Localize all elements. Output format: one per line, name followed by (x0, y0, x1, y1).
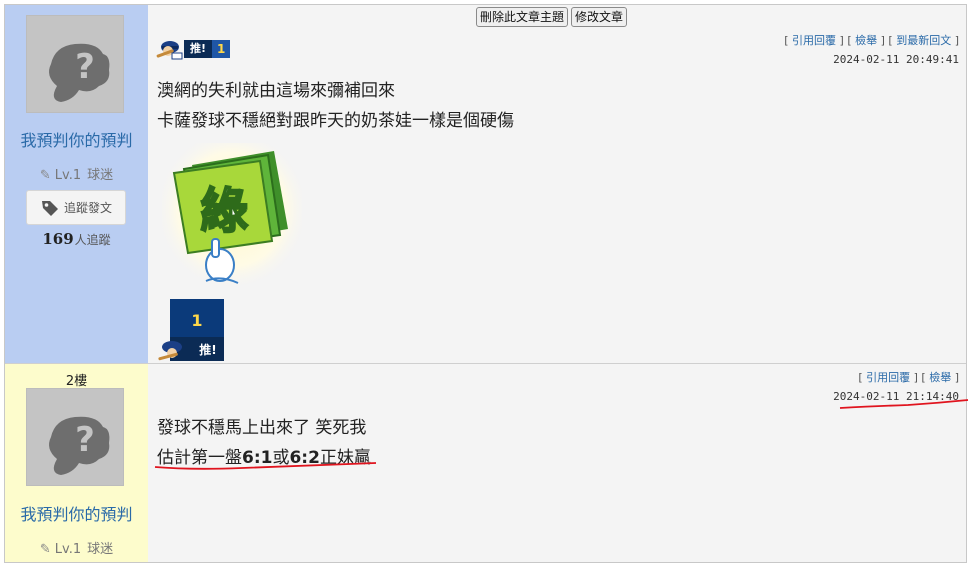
user-title: 球迷 (87, 542, 114, 557)
default-avatar-icon: ? (49, 416, 110, 475)
post-text-line: 估計第一盤6:1或6:2正妹贏 (157, 443, 371, 468)
post-timestamp: 2024-02-11 21:14:40 (833, 390, 959, 403)
username[interactable]: 我預判你的預判 (5, 127, 148, 151)
follower-suffix: 人追蹤 (74, 233, 111, 247)
push-badge-label: 推! (199, 342, 216, 357)
text-segment: 或 (272, 448, 290, 468)
svg-text:?: ? (75, 47, 95, 87)
post-text-line: 發球不穩馬上出來了 笑死我 (157, 418, 367, 438)
avatar[interactable]: ? (26, 15, 124, 113)
baseball-mascot-icon (156, 41, 183, 60)
post-timestamp: 2024-02-11 20:49:41 (833, 53, 959, 66)
pencil-icon: ✎ (39, 168, 51, 183)
username[interactable]: 我預判你的預判 (5, 501, 148, 525)
follower-number: 169 (42, 230, 74, 248)
post1-author-panel: ? 我預判你的預判 ✎ Lv.1 球迷 追蹤發文 169人追蹤 (5, 5, 148, 363)
text-segment: 正妹贏 (319, 448, 371, 468)
follow-posts-button[interactable]: 追蹤發文 (26, 190, 126, 225)
quote-reply-link[interactable]: 引用回覆 (866, 371, 910, 384)
push-badge-count: 1 (191, 311, 202, 330)
report-link[interactable]: 檢舉 (929, 371, 951, 384)
sticker-glyph: 綠 (200, 183, 248, 239)
default-avatar-icon: ? (49, 43, 110, 102)
push-badge-inline[interactable]: 推! 1 (154, 38, 231, 60)
post1-content-panel: 刪除此文章主題 修改文章 推! 1 [ 引用回覆 ] [ 檢舉 ] [ 到最新回… (148, 5, 966, 363)
score-text: 6:1 (242, 448, 273, 468)
post-text-line: 卡薩發球不穩絕對跟昨天的奶茶娃一樣是個硬傷 (157, 111, 514, 131)
post-action-links: [ 引用回覆 ] [ 檢舉 ] (858, 371, 959, 384)
floor-number: 2樓 (65, 374, 88, 389)
user-level: ✎ Lv.1 球迷 (5, 538, 148, 557)
post-text-line: 澳網的失利就由這場來彌補回來 (157, 81, 395, 101)
level-text: Lv.1 (54, 542, 82, 557)
svg-text:?: ? (75, 420, 95, 460)
delete-topic-button[interactable]: 刪除此文章主題 (476, 7, 569, 27)
edit-post-button[interactable]: 修改文章 (571, 7, 628, 27)
quote-reply-link[interactable]: 引用回覆 (792, 34, 836, 47)
level-text: Lv.1 (54, 168, 82, 183)
follow-button-label: 追蹤發文 (63, 201, 112, 215)
post-admin-buttons: 刪除此文章主題 修改文章 (476, 7, 628, 27)
push-badge-image[interactable]: 1 推! (156, 299, 226, 363)
latest-reply-link[interactable]: 到最新回文 (896, 34, 951, 47)
text-segment: 估計第一盤 (157, 448, 242, 468)
post2-content-panel: [ 引用回覆 ] [ 檢舉 ] 2024-02-11 21:14:40 發球不穩… (148, 364, 966, 562)
follower-count: 169人追蹤 (5, 230, 148, 248)
post-action-links: [ 引用回覆 ] [ 檢舉 ] [ 到最新回文 ] (784, 34, 959, 47)
pencil-icon: ✎ (39, 542, 51, 557)
user-title: 球迷 (87, 168, 114, 183)
push-count: 1 (212, 40, 231, 58)
report-link[interactable]: 檢舉 (855, 34, 877, 47)
green-sign-sticker: 綠 (162, 143, 302, 291)
post2-author-panel: 2樓 ? 我預判你的預判 ✎ Lv.1 球迷 (5, 364, 148, 562)
avatar[interactable]: ? (26, 388, 124, 486)
score-text: 6:2 (289, 448, 320, 468)
push-label: 推! (184, 40, 213, 58)
tag-icon (41, 200, 58, 216)
user-level: ✎ Lv.1 球迷 (5, 164, 148, 183)
